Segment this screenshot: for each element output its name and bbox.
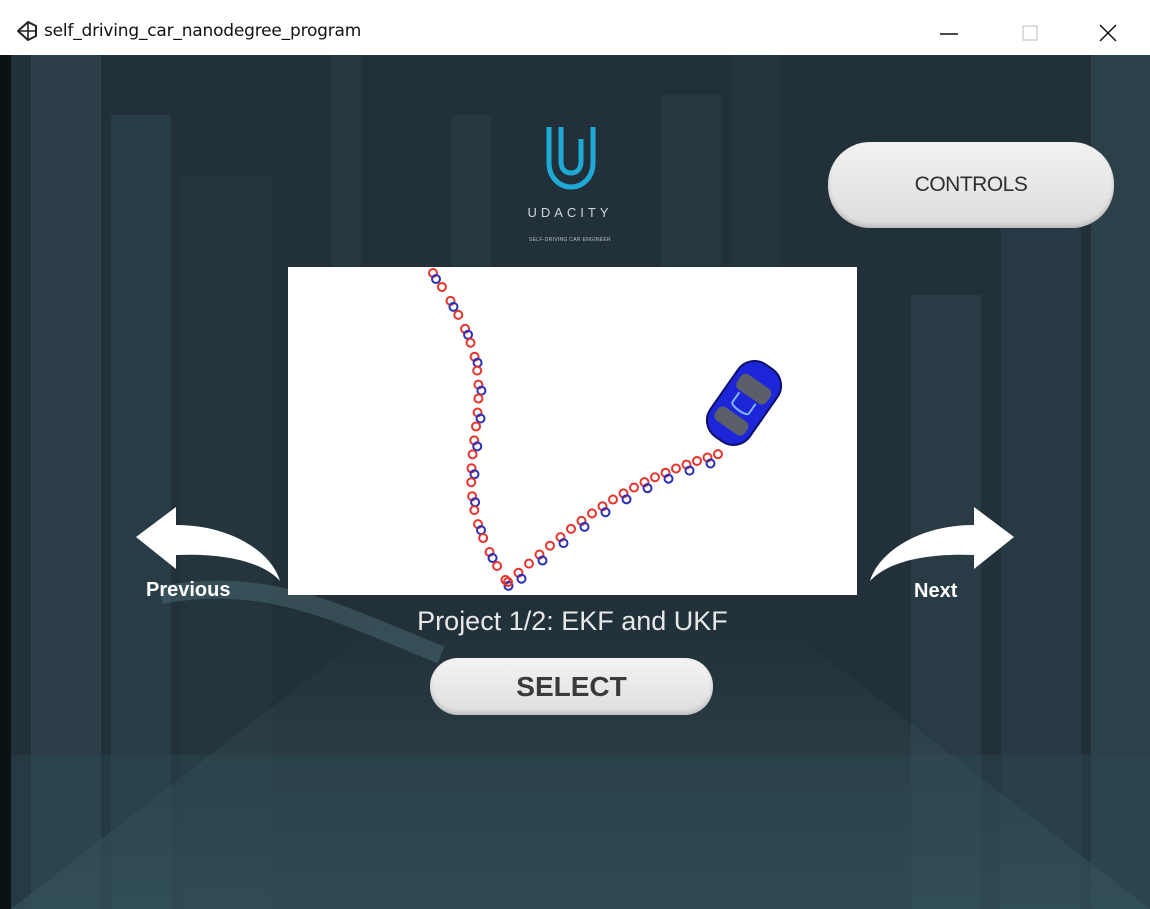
close-button[interactable] [1085, 12, 1131, 48]
measurement-marker [465, 337, 476, 348]
measurement-marker [471, 421, 482, 432]
measurement-marker [436, 281, 447, 292]
measurement-marker [608, 494, 618, 505]
measurement-marker [453, 309, 464, 320]
measurement-marker [478, 533, 489, 544]
ekf-ukf-trajectory-illustration [428, 268, 783, 591]
close-icon [1099, 24, 1117, 42]
measurement-marker [629, 482, 639, 493]
udacity-subtitle: SELF-DRIVING CAR ENGINEER [529, 237, 611, 243]
measurement-marker [492, 560, 503, 571]
udacity-wordmark: UDACITY [527, 205, 613, 220]
maximize-button[interactable] [1008, 12, 1054, 48]
measurement-marker [692, 455, 702, 466]
maximize-icon [1022, 25, 1038, 41]
minimize-button[interactable] [926, 12, 972, 48]
minimize-icon [940, 33, 958, 35]
measurement-marker [469, 505, 480, 516]
measurement-marker [650, 472, 660, 483]
window-left-border [0, 55, 11, 909]
window-title: self_driving_car_nanodegree_program [44, 21, 362, 41]
previous-label[interactable]: Previous [146, 579, 230, 602]
project-title: Project 1/2: EKF and UKF [417, 606, 728, 636]
measurement-marker [473, 393, 484, 404]
next-label[interactable]: Next [914, 580, 957, 603]
controls-button[interactable]: CONTROLS [828, 142, 1114, 228]
measurement-marker [467, 449, 478, 460]
controls-button-label: CONTROLS [914, 173, 1028, 196]
measurement-marker [466, 477, 477, 488]
car-icon [705, 360, 783, 446]
measurement-marker [524, 558, 534, 569]
measurement-marker [472, 365, 483, 376]
udacity-u-icon [546, 127, 596, 190]
select-button[interactable]: SELECT [430, 658, 713, 715]
measurement-marker [545, 540, 555, 551]
measurement-marker [713, 449, 723, 460]
project-preview-image [288, 267, 857, 595]
window-titlebar[interactable]: self_driving_car_nanodegree_program [0, 0, 1150, 56]
unity-icon [16, 20, 38, 42]
measurement-marker [671, 463, 681, 474]
udacity-logo: UDACITY SELF-DRIVING CAR ENGINEER [510, 125, 630, 255]
select-button-label: SELECT [516, 670, 627, 702]
measurement-marker [566, 523, 576, 534]
measurement-marker [587, 508, 597, 519]
